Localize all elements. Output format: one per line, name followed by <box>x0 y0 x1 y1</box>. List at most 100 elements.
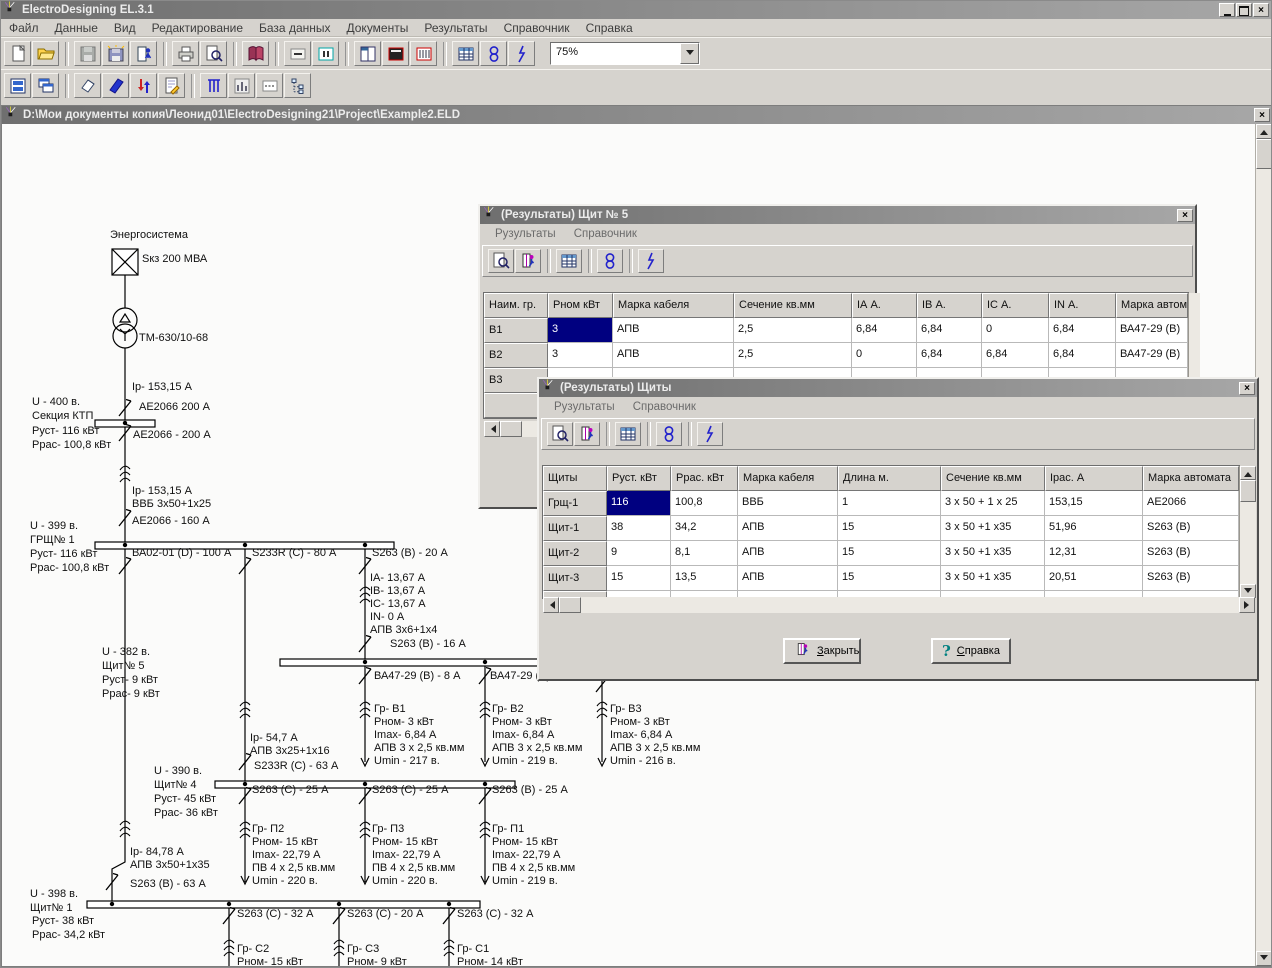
menu-item-1[interactable]: Рузультаты <box>545 400 624 414</box>
print-preview-button[interactable] <box>200 41 227 66</box>
table-cell[interactable]: 3 <box>548 318 613 343</box>
save-button[interactable] <box>74 41 101 66</box>
scrollbar-thumb[interactable] <box>1256 139 1272 169</box>
table-cell[interactable]: АЕ2066 <box>1143 491 1239 516</box>
column-header[interactable]: Iрас. А <box>1045 466 1143 491</box>
close-dialog-button[interactable]: Закрыть <box>783 638 861 664</box>
handbook-button[interactable] <box>242 41 269 66</box>
table-cell[interactable]: 12,31 <box>1045 541 1143 566</box>
table-button[interactable] <box>452 41 479 66</box>
table-cell[interactable]: S263 (В) <box>1143 566 1239 591</box>
menu-item-1[interactable]: Рузультаты <box>486 227 565 241</box>
column-header[interactable]: Сечение кв.мм <box>941 466 1045 491</box>
row-header[interactable]: В1 <box>484 318 548 343</box>
restore-button[interactable] <box>1236 3 1252 17</box>
table-cell[interactable]: 3 <box>548 343 613 368</box>
table-cell[interactable]: АПВ <box>613 343 734 368</box>
row-header[interactable]: Щит-3 <box>543 566 607 591</box>
row-header[interactable]: Грщ-1 <box>543 491 607 516</box>
scroll-down-icon[interactable] <box>1240 584 1256 598</box>
scroll-up-icon[interactable] <box>1256 124 1272 139</box>
table-cell[interactable]: 1 <box>838 491 941 516</box>
panel-striped-button[interactable] <box>410 41 437 66</box>
dialog-shield5-close-button[interactable]: × <box>1177 209 1193 222</box>
tile-button[interactable] <box>4 73 31 98</box>
print-button[interactable] <box>172 41 199 66</box>
column-header[interactable]: Наим. гр. <box>484 293 548 318</box>
zoom-select[interactable]: 75% <box>550 42 700 65</box>
close-project-button[interactable] <box>130 41 157 66</box>
scrollbar-thumb[interactable] <box>500 421 522 437</box>
menu-item-2[interactable]: Справочник <box>624 400 705 414</box>
shields-table-hscrollbar[interactable] <box>543 597 1255 613</box>
rings-button[interactable] <box>656 422 682 446</box>
column-header[interactable]: Марка автомат <box>1116 293 1188 318</box>
menu-item-6[interactable]: Документы <box>339 20 417 36</box>
table-cell[interactable]: 100,8 <box>671 491 738 516</box>
table-cell[interactable]: 6,84 <box>982 343 1049 368</box>
shields-table-vscrollbar[interactable] <box>1239 466 1256 598</box>
column-header[interactable]: Ррас. кВт <box>671 466 738 491</box>
scroll-left-icon[interactable] <box>543 597 559 613</box>
table-cell[interactable]: 15 <box>607 566 671 591</box>
table-cell[interactable]: 6,84 <box>917 318 982 343</box>
table-cell[interactable]: ВВБ <box>738 491 838 516</box>
column-header[interactable]: IN А. <box>1049 293 1116 318</box>
table-cell[interactable]: 15 <box>838 541 941 566</box>
menu-item-2[interactable]: Справочник <box>565 227 646 241</box>
menu-item-3[interactable]: Вид <box>106 20 144 36</box>
table-cell[interactable]: 51,96 <box>1045 516 1143 541</box>
sort-button[interactable] <box>130 73 157 98</box>
document-close-button[interactable]: × <box>1254 108 1270 122</box>
columns-button[interactable] <box>200 73 227 98</box>
panel-button[interactable] <box>354 41 381 66</box>
menu-item-8[interactable]: Справочник <box>496 20 578 36</box>
open-button[interactable] <box>32 41 59 66</box>
table-cell[interactable]: АПВ <box>738 566 838 591</box>
close-door-button[interactable] <box>574 422 600 446</box>
column-header[interactable]: Руст. кВт <box>607 466 671 491</box>
column-header[interactable]: IВ А. <box>917 293 982 318</box>
table-button[interactable] <box>556 249 582 273</box>
menu-item-9[interactable]: Справка <box>578 20 641 36</box>
breaker-button[interactable] <box>638 249 664 273</box>
table-cell[interactable]: S263 (В) <box>1143 541 1239 566</box>
dialog-shields-close-button[interactable]: × <box>1239 382 1255 395</box>
column-header[interactable]: IА А. <box>852 293 917 318</box>
table-button[interactable] <box>615 422 641 446</box>
table-cell[interactable]: 2,5 <box>734 318 852 343</box>
column-header[interactable]: Сечение кв.мм <box>734 293 852 318</box>
table-cell[interactable]: 3 х 50 +1 х35 <box>941 541 1045 566</box>
table-cell[interactable]: 6,84 <box>852 318 917 343</box>
table-cell[interactable]: 20,51 <box>1045 566 1143 591</box>
cascade-button[interactable] <box>32 73 59 98</box>
rings-button[interactable] <box>480 41 507 66</box>
table-cell[interactable]: 15 <box>838 566 941 591</box>
table-cell[interactable]: S263 (В) <box>1143 516 1239 541</box>
menu-item-7[interactable]: Результаты <box>416 20 495 36</box>
table-cell[interactable]: 3 х 50 +1 х35 <box>941 566 1045 591</box>
table-cell[interactable]: АПВ <box>738 516 838 541</box>
scroll-left-icon[interactable] <box>484 421 500 437</box>
scrollbar-thumb[interactable] <box>1240 480 1256 502</box>
close-button[interactable]: × <box>1253 3 1269 17</box>
rings-button[interactable] <box>597 249 623 273</box>
table-cell[interactable]: 6,84 <box>1049 318 1116 343</box>
table-cell[interactable]: 6,84 <box>917 343 982 368</box>
menu-item-4[interactable]: Редактирование <box>144 20 251 36</box>
scrollbar-track[interactable] <box>581 597 1239 613</box>
table-cell[interactable]: 3 х 50 +1 х35 <box>941 516 1045 541</box>
menu-item-2[interactable]: Данные <box>47 20 106 36</box>
table-cell[interactable]: 3 х 50 + 1 х 25 <box>941 491 1045 516</box>
table-cell[interactable]: 0 <box>852 343 917 368</box>
column-header[interactable]: Щиты <box>543 466 607 491</box>
menu-item-1[interactable]: Файл <box>1 20 47 36</box>
scroll-up-icon[interactable] <box>1240 466 1256 480</box>
scroll-down-icon[interactable] <box>1256 951 1272 966</box>
table-cell[interactable]: 116 <box>607 491 671 516</box>
breaker-button[interactable] <box>508 41 535 66</box>
print-preview-button[interactable] <box>547 422 573 446</box>
column-header[interactable]: Рном кВт <box>548 293 613 318</box>
table-cell[interactable]: 9 <box>607 541 671 566</box>
table-cell[interactable]: АПВ <box>738 541 838 566</box>
